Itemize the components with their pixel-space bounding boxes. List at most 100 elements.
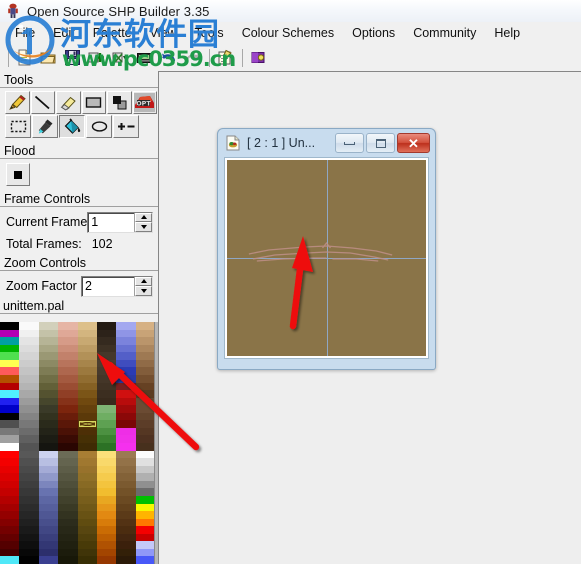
palette-swatch[interactable] [135, 337, 155, 345]
menu-item-palette[interactable]: Palette [84, 24, 141, 42]
palette-swatch[interactable] [96, 427, 117, 436]
palette-swatch[interactable] [38, 435, 59, 443]
palette-swatch[interactable] [38, 488, 59, 496]
palette-swatch[interactable] [77, 511, 97, 519]
palette-swatch[interactable] [0, 322, 20, 330]
palette-swatch[interactable] [38, 405, 59, 413]
palette-swatch[interactable] [116, 465, 136, 474]
menu-item-community[interactable]: Community [404, 24, 485, 42]
palette-grid[interactable] [0, 322, 155, 564]
palette-swatch[interactable] [38, 374, 59, 383]
palette-swatch[interactable] [135, 412, 155, 421]
palette-swatch[interactable] [135, 495, 155, 504]
palette-swatch[interactable] [116, 511, 136, 519]
palette-swatch[interactable] [19, 344, 39, 353]
palette-swatch[interactable] [116, 526, 136, 534]
palette-swatch[interactable] [0, 488, 20, 496]
palette-swatch[interactable] [135, 427, 155, 436]
palette-swatch[interactable] [58, 412, 78, 421]
zoom-factor-stepper[interactable]: 2 [81, 275, 153, 297]
menu-item-view[interactable]: View [141, 24, 186, 42]
palette-swatch[interactable] [135, 511, 155, 519]
menu-bar[interactable]: File Edit Palette View Tools Colour Sche… [0, 22, 581, 44]
palette-swatch[interactable] [19, 541, 39, 549]
palette-swatch[interactable] [96, 548, 117, 557]
palette-swatch[interactable] [0, 541, 20, 549]
palette-swatch[interactable] [58, 352, 78, 360]
palette-swatch[interactable] [135, 503, 155, 512]
menu-item-help[interactable]: Help [485, 24, 529, 42]
palette-swatch[interactable] [58, 511, 78, 519]
palette-swatch[interactable] [116, 427, 136, 436]
palette-swatch[interactable] [77, 359, 97, 368]
palette-swatch[interactable] [0, 329, 20, 338]
palette-swatch[interactable] [96, 322, 117, 330]
palette-swatch[interactable] [0, 344, 20, 353]
palette-swatch[interactable] [135, 465, 155, 474]
palette-swatch[interactable] [38, 420, 59, 428]
palette-swatch[interactable] [38, 412, 59, 421]
palette-swatch[interactable] [58, 427, 78, 436]
palette-swatch[interactable] [0, 495, 20, 504]
palette-swatch[interactable] [38, 397, 59, 406]
properties-icon[interactable] [214, 47, 237, 69]
palette-swatch[interactable] [96, 450, 117, 459]
palette-swatch[interactable] [58, 450, 78, 459]
palette-swatch[interactable] [96, 518, 117, 527]
palette-swatch[interactable] [38, 344, 59, 353]
menu-item-tools[interactable]: Tools [186, 24, 233, 42]
palette-swatch[interactable] [96, 556, 117, 564]
eyedropper-tool[interactable] [32, 115, 58, 138]
palette-swatch[interactable] [96, 329, 117, 338]
palette-swatch[interactable] [38, 337, 59, 345]
palette-swatch[interactable] [77, 503, 97, 512]
palette-swatch[interactable] [38, 548, 59, 557]
palette-swatch[interactable] [116, 458, 136, 466]
palette-swatch[interactable] [77, 390, 97, 398]
palette-swatch[interactable] [19, 427, 39, 436]
palette-swatch[interactable] [96, 337, 117, 345]
plusminus-tool[interactable] [113, 115, 139, 138]
palette-swatch[interactable] [58, 390, 78, 398]
palette-swatch[interactable] [19, 503, 39, 512]
palette-swatch[interactable] [116, 443, 136, 451]
palette-swatch[interactable] [96, 382, 117, 391]
palette-swatch[interactable] [96, 541, 117, 549]
palette-swatch[interactable] [0, 427, 20, 436]
palette-swatch[interactable] [77, 473, 97, 481]
palette-swatch[interactable] [77, 495, 97, 504]
palette-swatch[interactable] [38, 465, 59, 474]
save-icon[interactable] [61, 47, 84, 69]
palette-swatch[interactable] [96, 458, 117, 466]
palette-swatch[interactable] [38, 359, 59, 368]
palette-swatch[interactable] [116, 548, 136, 557]
palette-swatch[interactable] [77, 548, 97, 557]
palette-swatch[interactable] [19, 473, 39, 481]
palette-swatch[interactable] [116, 374, 136, 383]
palette-swatch[interactable] [135, 359, 155, 368]
palette-swatch[interactable] [116, 420, 136, 428]
palette-swatch[interactable] [58, 458, 78, 466]
paint-bucket-tool[interactable] [59, 115, 85, 138]
opt-tool[interactable]: OPT [132, 91, 157, 114]
palette-swatch[interactable] [77, 533, 97, 542]
palette-swatch[interactable] [19, 359, 39, 368]
palette-swatch[interactable] [77, 443, 97, 451]
palette-swatch[interactable] [96, 352, 117, 360]
palette-book-icon[interactable] [247, 47, 270, 69]
palette-swatch[interactable] [96, 533, 117, 542]
palette-swatch[interactable] [135, 352, 155, 360]
palette-swatch[interactable] [0, 503, 20, 512]
palette-swatch[interactable] [38, 450, 59, 459]
pencil-tool[interactable] [5, 91, 30, 114]
palette-swatch[interactable] [58, 337, 78, 345]
toolbar[interactable] [0, 44, 581, 71]
palette-swatch[interactable] [38, 511, 59, 519]
palette-swatch[interactable] [96, 488, 117, 496]
palette-swatch[interactable] [77, 352, 97, 360]
palette-swatch[interactable] [58, 443, 78, 451]
palette-swatch[interactable] [96, 412, 117, 421]
palette-swatch[interactable] [116, 405, 136, 413]
palette-swatch[interactable] [135, 480, 155, 489]
palette-swatch[interactable] [116, 473, 136, 481]
